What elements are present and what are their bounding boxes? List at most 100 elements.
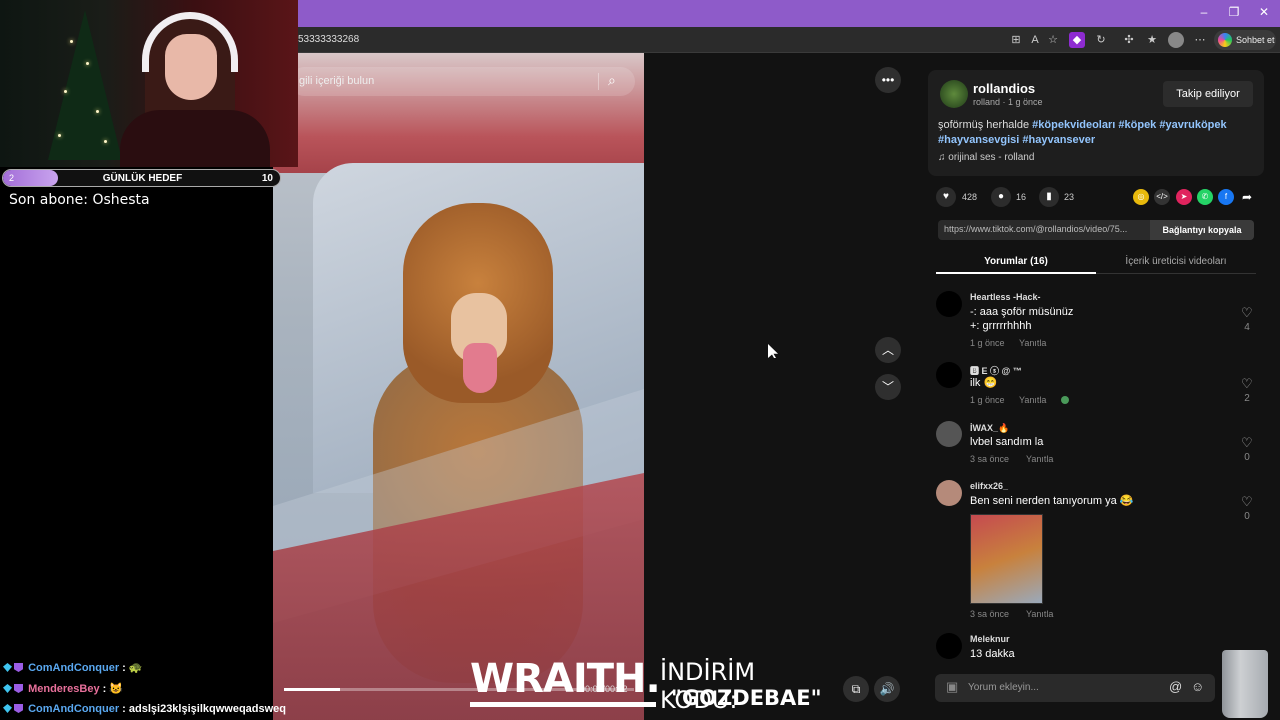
sound-row[interactable]: ♫ orijinal ses - rolland	[938, 152, 1034, 163]
chat-message: MenderesBey : 😺	[3, 682, 123, 695]
chat-user: ComAndConquer	[28, 703, 120, 715]
sub-badge-icon	[14, 704, 23, 713]
christmas-tree	[48, 10, 122, 160]
comment-like-icon[interactable]: ♡	[1241, 376, 1253, 392]
comment-text: Ben seni nerden tanıyorum ya 😂	[970, 495, 1134, 507]
reply-button[interactable]: Yanıtla	[1026, 609, 1053, 619]
comment-avatar[interactable]	[936, 362, 962, 388]
mention-icon[interactable]: @	[1169, 679, 1182, 694]
profile-avatar-icon[interactable]	[1168, 32, 1184, 48]
copilot-icon	[1218, 33, 1232, 47]
hashtag-link[interactable]: #köpek	[1118, 119, 1156, 131]
more-menu-icon[interactable]: ⋯	[1192, 32, 1208, 48]
comment-image[interactable]	[970, 514, 1043, 604]
comment-avatar[interactable]	[936, 480, 962, 506]
share-arrow-icon[interactable]: ➦	[1239, 189, 1255, 205]
image-icon[interactable]: ▣	[946, 679, 958, 695]
comment-input[interactable]: Yorum ekleyin...	[968, 682, 1039, 693]
video-caption: şoförmüş herhalde #köpekvideoları #köpek…	[938, 118, 1258, 148]
maximize-button[interactable]: ❐	[1219, 5, 1249, 19]
reply-button[interactable]: Yanıtla	[1026, 454, 1053, 464]
reply-button[interactable]: Yanıtla	[1019, 395, 1046, 405]
chat-message: ComAndConquer : adslşi23klşişilkqwweqads…	[3, 703, 286, 715]
comment-avatar[interactable]	[936, 633, 962, 659]
chat-separator: :	[119, 662, 129, 674]
chat-text: 🐢	[128, 662, 143, 674]
search-icon[interactable]: ⌕	[608, 72, 616, 89]
search-input[interactable]: gili içeriği bulun	[299, 75, 374, 87]
extension-icon[interactable]: ◆	[1069, 32, 1085, 48]
comment-count: 16	[1016, 192, 1027, 202]
copilot-chat-button[interactable]: Sohbet et	[1214, 30, 1276, 50]
comment-author[interactable]: Heartless -Hack-	[970, 292, 1041, 302]
refresh-extension-icon[interactable]: ↻	[1093, 32, 1109, 48]
comment-like-icon[interactable]: ♡	[1241, 305, 1253, 321]
sound-name[interactable]: orijinal ses - rolland	[948, 152, 1034, 163]
video-link-box[interactable]: https://www.tiktok.com/@rollandios/video…	[938, 220, 1254, 240]
chat-user: MenderesBey	[28, 683, 100, 695]
sponsor-brand: WRAITH.	[470, 656, 661, 702]
volume-button[interactable]: 🔊	[874, 676, 900, 702]
translate-icon[interactable]: A	[1027, 32, 1043, 48]
video-player[interactable]	[273, 53, 644, 720]
comment-text: -: aaa şoför müsünüz	[970, 306, 1074, 318]
chat-separator: :	[119, 703, 129, 715]
embed-code-icon[interactable]: </>	[1154, 189, 1170, 205]
comment-like-icon[interactable]: ♡	[1241, 494, 1253, 510]
address-url[interactable]: 53333333268	[298, 34, 359, 45]
facebook-icon[interactable]: f	[1218, 189, 1234, 205]
creator-avatar[interactable]	[940, 80, 968, 108]
like-heart-icon[interactable]: ♥	[936, 187, 956, 207]
streamer-webcam	[0, 0, 298, 167]
creator-liked-avatar	[1061, 396, 1069, 404]
whatsapp-icon[interactable]: ✆	[1197, 189, 1213, 205]
hashtag-link[interactable]: #yavruköpek	[1159, 119, 1226, 131]
chat-message: ComAndConquer : 🐢	[3, 661, 143, 674]
discount-code: "GOZDEBAE"	[671, 686, 822, 710]
extensions-puzzle-icon[interactable]: ✣	[1121, 32, 1137, 48]
tab-creator-videos[interactable]: İçerik üreticisi videoları	[1096, 256, 1256, 267]
close-window-button[interactable]: ✕	[1249, 5, 1279, 19]
tree-light	[86, 62, 89, 65]
next-video-button[interactable]: ﹀	[875, 374, 901, 400]
daily-goal-bar: 2 GÜNLÜK HEDEF 10	[2, 169, 281, 187]
comment-bubble-icon[interactable]: ●	[991, 187, 1011, 207]
comment-author[interactable]: elifxx26_	[970, 481, 1008, 491]
coin-share-icon[interactable]: ◎	[1133, 189, 1149, 205]
chat-separator: :	[99, 683, 110, 695]
like-count: 428	[962, 192, 978, 202]
copilot-chat-label: Sohbet et	[1236, 35, 1275, 45]
split-screen-icon[interactable]: ⊞	[1008, 32, 1024, 48]
send-icon[interactable]: ➤	[1176, 189, 1192, 205]
comment-author[interactable]: Meleknur	[970, 634, 1010, 644]
comment-avatar[interactable]	[936, 291, 962, 317]
comment-input-bar[interactable]: ▣ Yorum ekleyin... @ ☺	[935, 674, 1215, 702]
copy-link-button[interactable]: Bağlantıyı kopyala	[1150, 220, 1254, 240]
reply-button[interactable]: Yanıtla	[1019, 338, 1046, 348]
save-count: 23	[1064, 192, 1075, 202]
tab-active-indicator	[936, 272, 1096, 274]
emoji-icon[interactable]: ☺	[1191, 679, 1204, 694]
comment-like-icon[interactable]: ♡	[1241, 435, 1253, 451]
favorites-icon[interactable]: ★	[1144, 32, 1160, 48]
creator-username[interactable]: rollandios	[973, 81, 1035, 96]
comment-author[interactable]: İWAX_🔥	[970, 423, 1009, 434]
minimize-button[interactable]: –	[1189, 5, 1219, 19]
more-options-button[interactable]: •••	[875, 67, 901, 93]
picture-in-picture-button[interactable]: ⧉	[843, 676, 869, 702]
search-bar[interactable]: gili içeriği bulun ⌕	[290, 67, 635, 96]
video-link-url[interactable]: https://www.tiktok.com/@rollandios/video…	[944, 224, 1144, 234]
bookmark-icon[interactable]: ▮	[1039, 187, 1059, 207]
tab-comments[interactable]: Yorumlar (16)	[936, 256, 1096, 267]
chat-text: 😺	[109, 683, 124, 695]
hashtag-link[interactable]: #köpekvideoları	[1032, 119, 1115, 131]
overlay-cup-graphic	[1222, 650, 1268, 718]
hashtag-link[interactable]: #hayvansevgisi	[938, 134, 1019, 146]
following-button[interactable]: Takip ediliyor	[1163, 81, 1253, 107]
tree-light	[64, 90, 67, 93]
comment-avatar[interactable]	[936, 421, 962, 447]
previous-video-button[interactable]: ︿	[875, 337, 901, 363]
hashtag-link[interactable]: #hayvansever	[1022, 134, 1095, 146]
favorite-star-icon[interactable]: ☆	[1045, 32, 1061, 48]
search-divider	[598, 73, 599, 90]
